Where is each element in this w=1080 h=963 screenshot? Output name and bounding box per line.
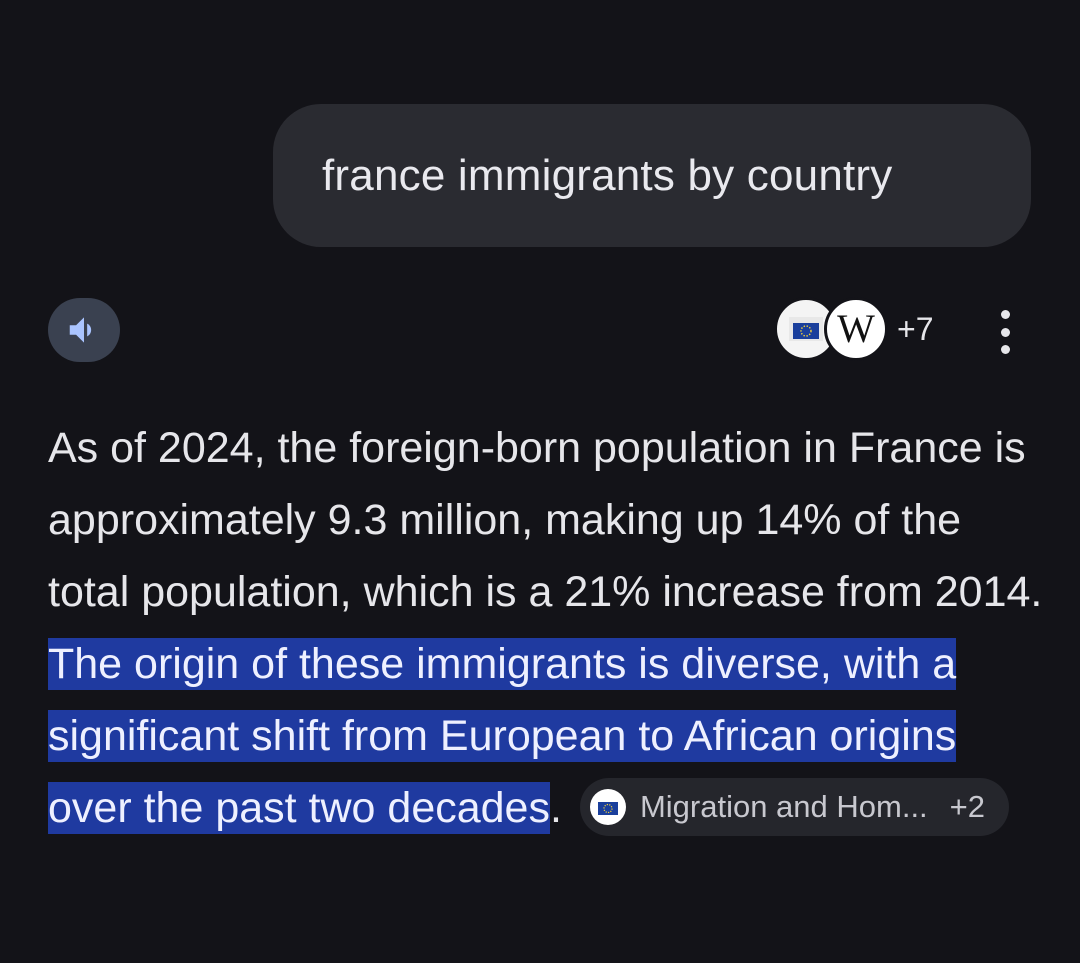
user-query-text: france immigrants by country — [322, 150, 893, 200]
eu-flag-icon — [589, 788, 626, 825]
sources-count: +7 — [897, 310, 934, 347]
ai-answer-screen: france immigrants by country W +7 As of … — [0, 0, 1080, 963]
citation-count: +2 — [949, 788, 986, 824]
sources-button[interactable]: W +7 — [774, 296, 933, 362]
answer-plain-text: As of 2024, the foreign-born population … — [48, 424, 1043, 616]
more-vert-icon — [1000, 310, 1010, 319]
answer-trailing-text: . — [549, 784, 562, 832]
read-aloud-button[interactable] — [48, 298, 120, 362]
citation-chip[interactable]: Migration and Hom... +2 — [579, 777, 1010, 836]
more-options-button[interactable] — [990, 310, 1020, 354]
wikipedia-letter: W — [837, 306, 875, 351]
user-query-bubble: france immigrants by country — [273, 104, 1031, 247]
answer-paragraph: As of 2024, the foreign-born population … — [48, 412, 1048, 844]
citation-label: Migration and Hom... — [639, 788, 928, 824]
volume-icon — [69, 317, 92, 343]
wikipedia-icon: W — [824, 297, 888, 361]
